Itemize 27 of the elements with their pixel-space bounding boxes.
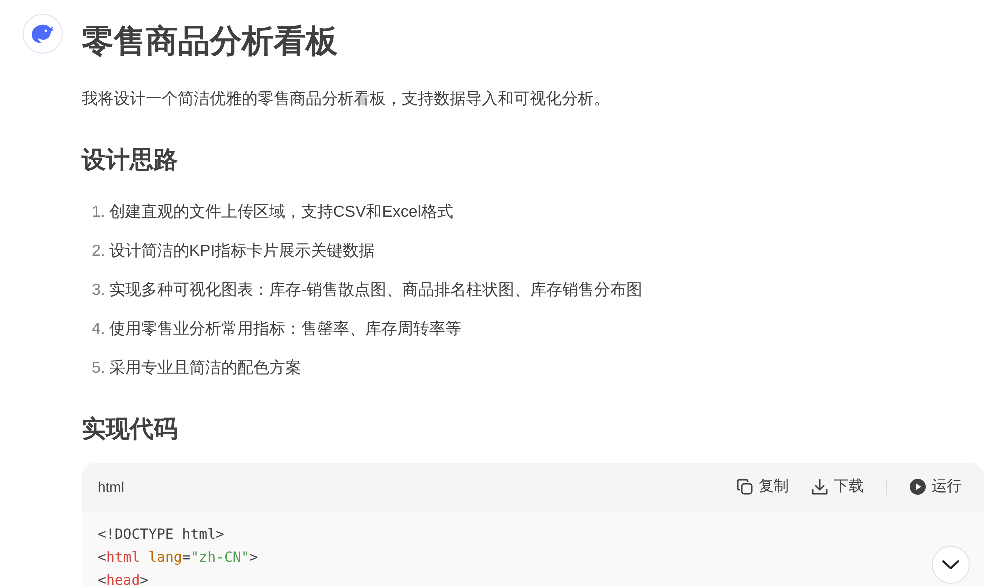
- download-icon: [811, 478, 829, 496]
- play-icon: [909, 478, 927, 496]
- section-heading: 实现代码: [82, 415, 179, 445]
- message-title: 零售商品分析看板: [82, 22, 339, 61]
- list-item-text: 使用零售业分析常用指标：售罄率、库存周转率等: [109, 320, 462, 340]
- run-button[interactable]: 运行: [887, 476, 962, 498]
- copy-icon: [736, 478, 754, 496]
- scroll-down-button[interactable]: [932, 546, 970, 584]
- list-item-text: 创建直观的文件上传区域，支持CSV和Excel格式: [109, 202, 454, 223]
- list-number: 3.: [92, 281, 106, 301]
- list-number: 1.: [92, 203, 106, 223]
- intro-paragraph: 我将设计一个简洁优雅的零售商品分析看板，支持数据导入和可视化分析。: [82, 90, 611, 110]
- chevron-down-icon: [942, 560, 960, 570]
- code-line: <html lang="zh-CN">: [98, 549, 258, 568]
- copy-button[interactable]: 复制: [714, 476, 789, 498]
- code-line: <head>: [98, 572, 149, 586]
- download-button[interactable]: 下载: [789, 476, 864, 498]
- list-number: 2.: [92, 242, 106, 262]
- list-number: 4.: [92, 320, 106, 340]
- section-heading: 设计思路: [82, 146, 179, 176]
- list-item-text: 采用专业且简洁的配色方案: [109, 358, 302, 379]
- code-language: html: [98, 478, 124, 496]
- list-item-text: 设计简洁的KPI指标卡片展示关键数据: [109, 242, 376, 262]
- list-number: 5.: [92, 359, 106, 379]
- code-line: <!DOCTYPE html>: [98, 526, 224, 545]
- whale-icon: [31, 24, 55, 44]
- list-item-text: 实现多种可视化图表：库存-销售散点图、商品排名柱状图、库存销售分布图: [109, 280, 643, 301]
